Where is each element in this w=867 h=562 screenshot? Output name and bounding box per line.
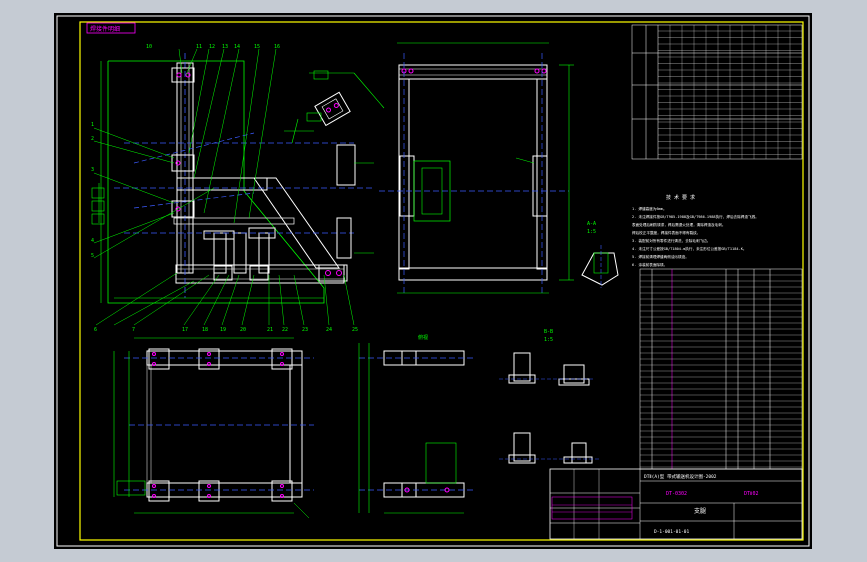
notes-title: 技 术 要 求: [666, 194, 695, 201]
balloon-label: 10: [146, 44, 152, 50]
parts-list-rows: [640, 274, 802, 468]
balloon-label: 14: [234, 44, 240, 50]
part-name: 支腿: [694, 507, 706, 515]
balloon-label: 18: [202, 327, 208, 333]
balloon-label: 11: [196, 44, 202, 50]
balloon-label: 4: [91, 238, 94, 244]
corner-tag: 焊接件明细: [90, 25, 120, 33]
balloon-label: 23: [302, 327, 308, 333]
detail-views: A-A 1:5 B-B 1:5: [499, 221, 619, 464]
note-line: 3. 装配前对所有零件进行清洗，去除毛刺飞边。: [632, 238, 710, 243]
balloon-label: 25: [352, 327, 358, 333]
top-view: [113, 337, 314, 519]
note-line: 6. 涂装前表面除锈。: [632, 262, 667, 267]
balloon-label: 19: [220, 327, 226, 333]
balloon-label: 13: [222, 44, 228, 50]
section-view: 俯视: [358, 334, 474, 514]
front-view: [379, 42, 574, 294]
balloon-label: 24: [326, 327, 332, 333]
side-view: 10 11 12 13 14 15 16 1 2 3 4 5 6 7 17 18: [91, 44, 385, 333]
balloon-label: 7: [132, 327, 135, 333]
balloon-label: 20: [240, 327, 246, 333]
section-b-label: B-B: [544, 329, 553, 335]
scale-a-label: 1:5: [587, 229, 596, 235]
note-line: 5. 焊接前清理焊缝两侧油污锈迹。: [632, 254, 689, 259]
parameter-grid: [658, 25, 802, 159]
footer-number: D-1-001-01-01: [654, 529, 690, 535]
scale-b-label: 1:5: [544, 337, 553, 343]
balloon-label: 3: [91, 167, 94, 173]
balloon-label: 15: [254, 44, 260, 50]
cad-drawing: 焊接件明细 10 11 12 13 14 15 16 1 2 3 4 5 6 7…: [56, 15, 810, 547]
drawing-number: DT-0302: [666, 491, 687, 497]
note-line: 2. 未注焊接件按GB/T985-1988及GB/T986-1988执行，焊后去…: [632, 214, 759, 219]
balloon-label: 16: [274, 44, 280, 50]
note-line: 1. 焊缝高度为6mm。: [632, 206, 667, 211]
balloon-label: 5: [91, 253, 94, 259]
balloon-label: 17: [182, 327, 188, 333]
note-line: 焊后校正平整度，焊接件表面不得有裂纹。: [632, 230, 700, 235]
section-a-label: A-A: [587, 221, 596, 227]
project-title: DTⅡ(A)型 带式输送机设计图-2002: [644, 473, 717, 480]
balloon-label: 22: [282, 327, 288, 333]
cad-viewport[interactable]: 焊接件明细 10 11 12 13 14 15 16 1 2 3 4 5 6 7…: [0, 0, 867, 562]
top-view-label: 俯视: [418, 334, 428, 341]
balloon-label: 1: [91, 122, 94, 128]
balloon-label: 6: [94, 327, 97, 333]
title-block: DTⅡ(A)型 带式输送机设计图-2002 DT-0302 DTⅡ02 支腿 D…: [549, 468, 803, 540]
balloon-label: 2: [91, 136, 94, 142]
balloon-label: 12: [209, 44, 215, 50]
parameter-table: [631, 24, 803, 160]
technical-notes: 技 术 要 求 1. 焊缝高度为6mm。 2. 未注焊接件按GB/T985-19…: [632, 194, 759, 267]
note-line: 表面处理后刷防锈漆，焊后需退火处理，清除焊渣及毛刺。: [632, 222, 725, 227]
drawing-sheet: 焊接件明细 10 11 12 13 14 15 16 1 2 3 4 5 6 7…: [54, 13, 812, 549]
note-line: 4. 未注尺寸公差按GB/T1804-m执行，未注形位公差按GB/T1184-K…: [632, 246, 746, 251]
balloon-label: 21: [267, 327, 273, 333]
drawing-code: DTⅡ02: [744, 491, 759, 497]
